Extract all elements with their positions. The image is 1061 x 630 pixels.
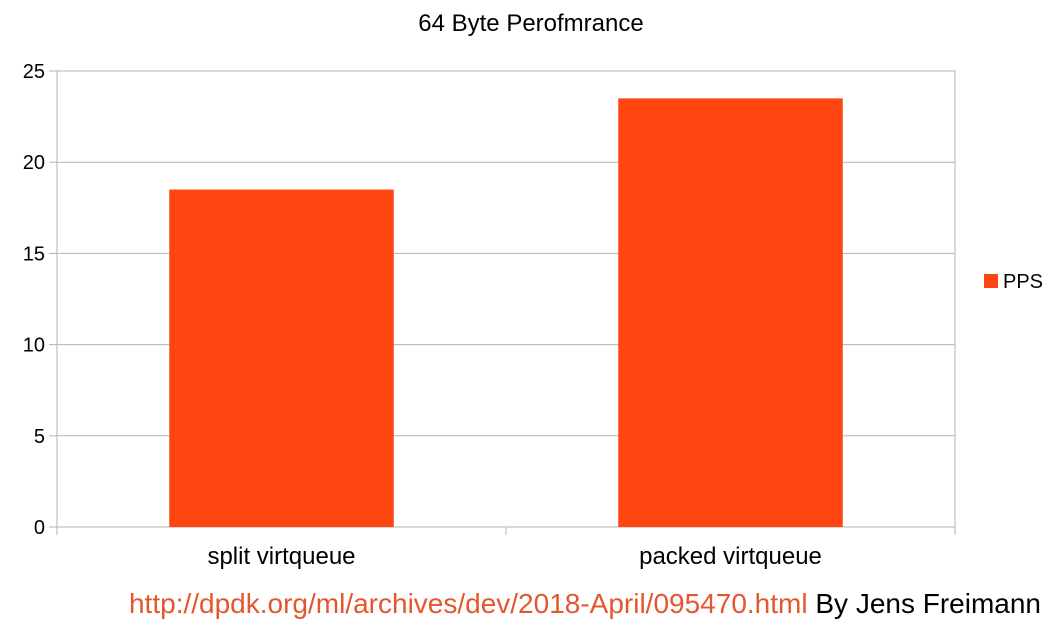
bar-0 bbox=[169, 189, 394, 527]
bar-chart: 64 Byte Perofmrance 0 5 10 15 20 25 split vir… bbox=[23, 10, 1043, 570]
y-tick-label: 10 bbox=[23, 335, 45, 357]
x-category-label: split virtqueue bbox=[207, 543, 355, 570]
x-axis-labels: split virtqueue packed virtqueue bbox=[56, 527, 956, 570]
y-tick-label: 20 bbox=[23, 152, 45, 174]
credit-text: By Jens Freimann bbox=[815, 588, 1041, 619]
chart-title: 64 Byte Perofmrance bbox=[418, 10, 643, 37]
footer: http://dpdk.org/ml/archives/dev/2018-Apr… bbox=[0, 588, 1061, 620]
source-link[interactable]: http://dpdk.org/ml/archives/dev/2018-Apr… bbox=[129, 588, 808, 619]
y-tick-label: 25 bbox=[23, 61, 45, 83]
x-category-label: packed virtqueue bbox=[639, 543, 822, 570]
y-axis-ticks: 0 5 10 15 20 25 bbox=[23, 61, 57, 539]
y-tick-label: 0 bbox=[34, 517, 45, 539]
legend-label: PPS bbox=[1003, 271, 1043, 293]
legend-swatch bbox=[984, 274, 998, 288]
bar-1 bbox=[618, 98, 843, 528]
legend: PPS bbox=[984, 271, 1043, 293]
y-tick-label: 5 bbox=[34, 426, 45, 448]
y-tick-label: 15 bbox=[23, 243, 45, 265]
